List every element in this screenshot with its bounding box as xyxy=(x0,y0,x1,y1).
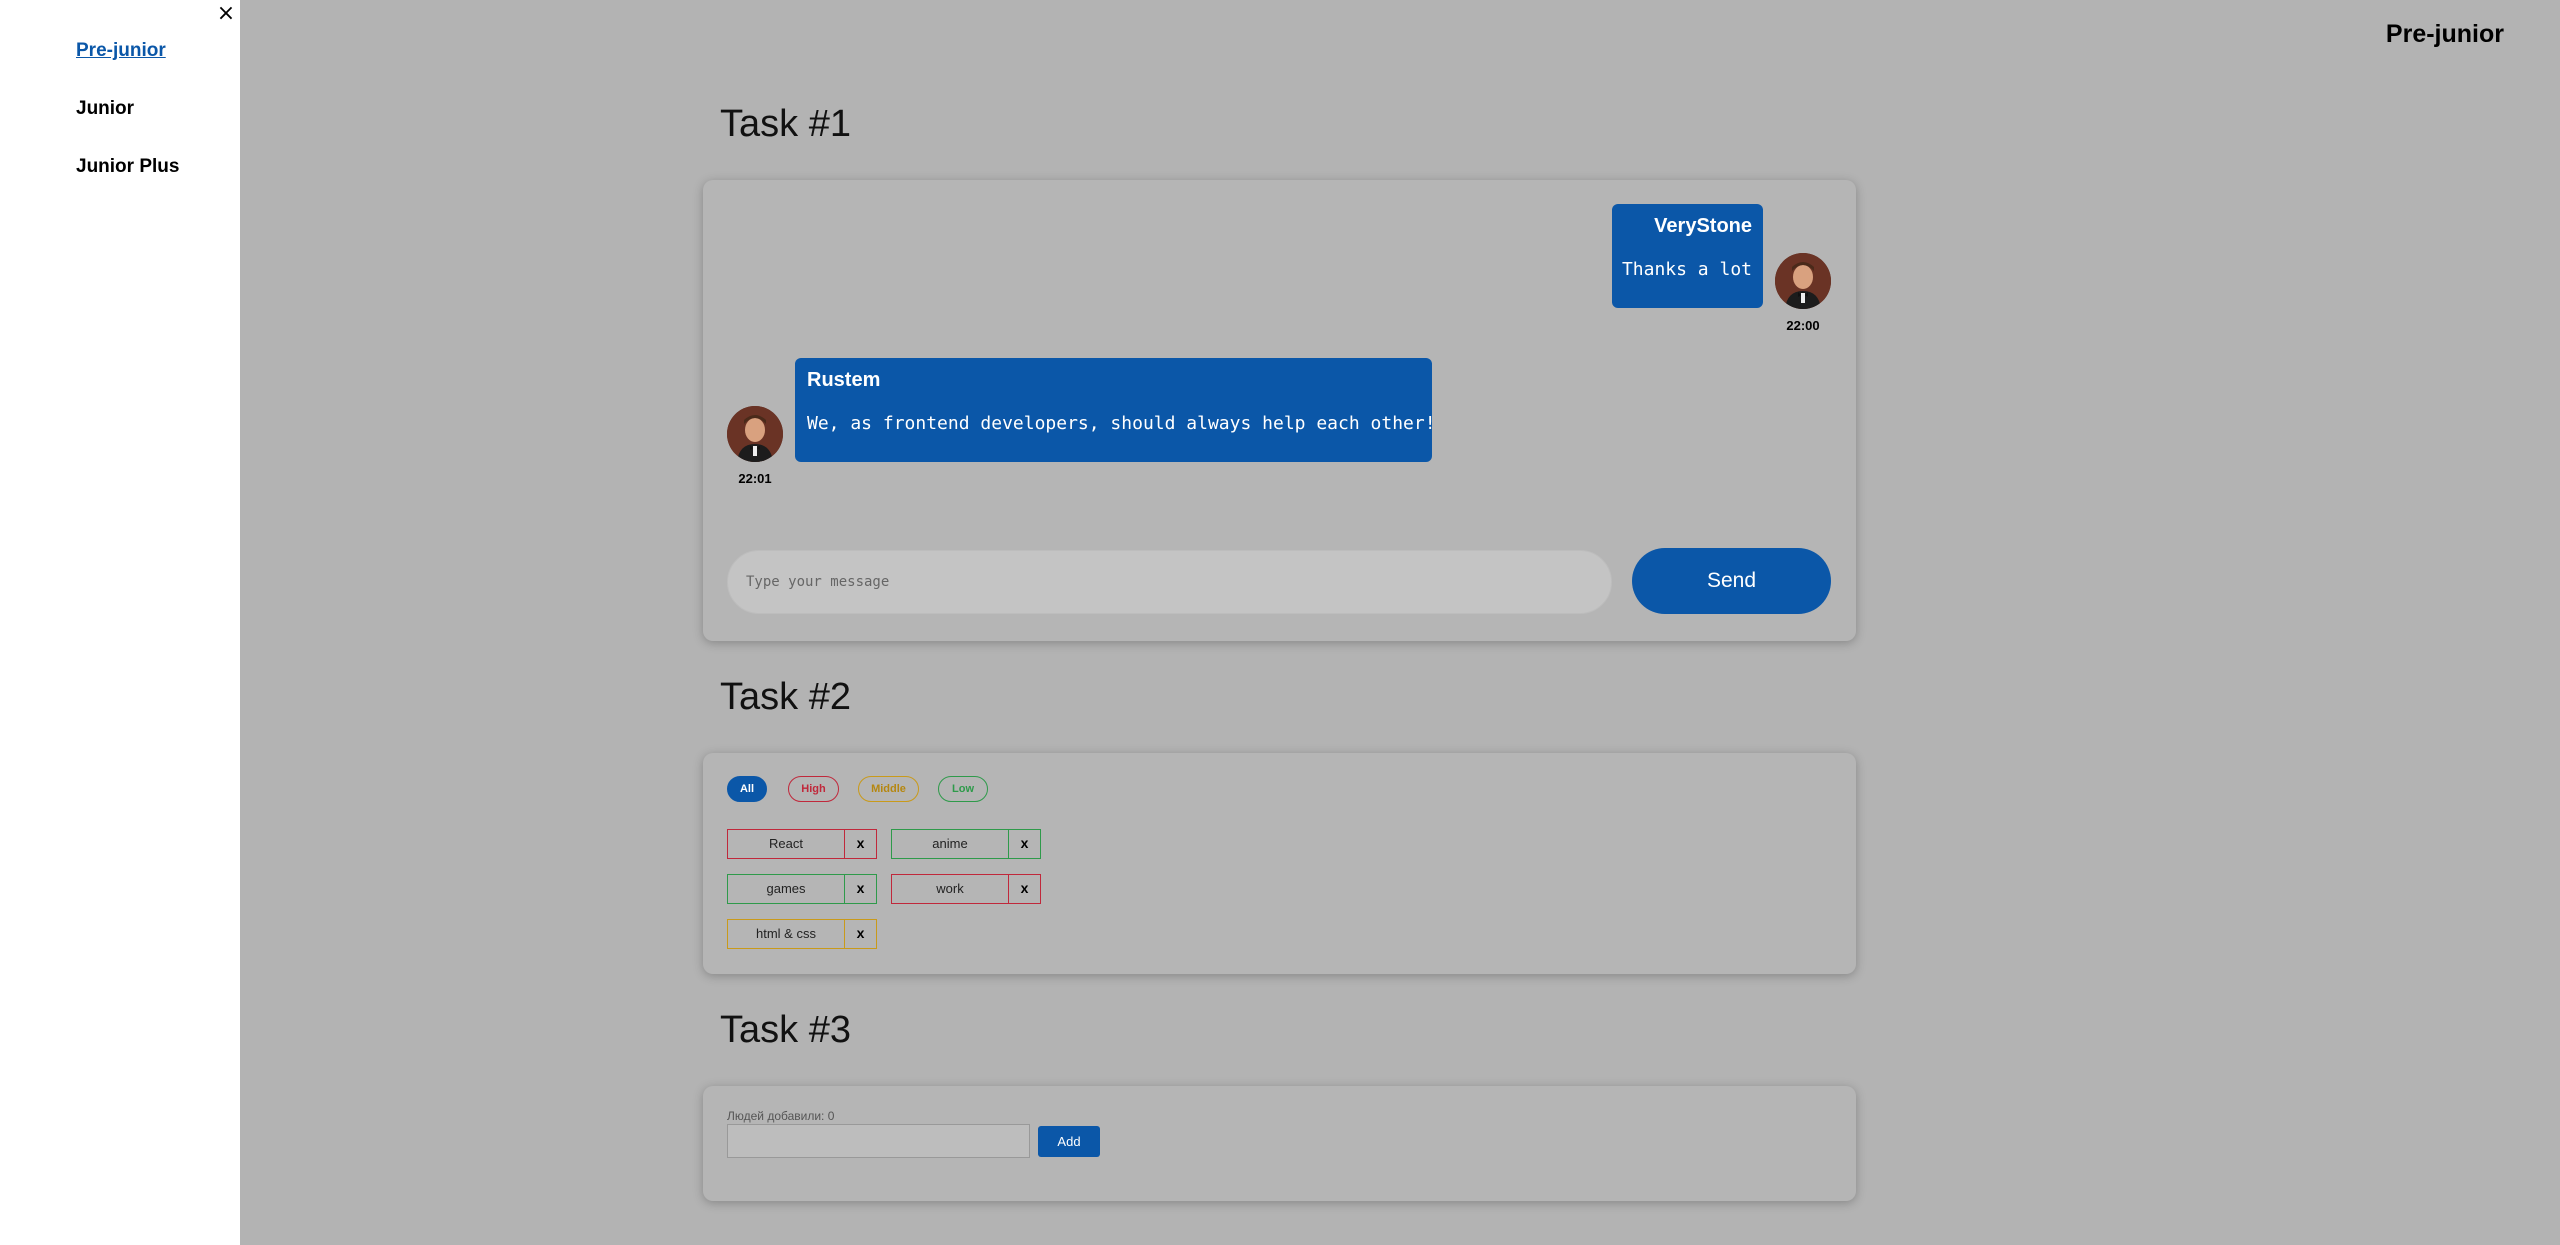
greeting-card: Людей добавили: 0 Add xyxy=(703,1086,1856,1201)
filter-low-button[interactable]: Low xyxy=(938,776,988,802)
tag-label: games xyxy=(766,881,806,896)
add-button[interactable]: Add xyxy=(1038,1126,1100,1157)
sidebar-nav: Pre-junior Junior Junior Plus xyxy=(76,40,179,214)
message-author: VeryStone xyxy=(1654,215,1752,237)
message-bubble: VeryStone Thanks a lot xyxy=(1612,204,1763,308)
delete-tag-button[interactable]: x xyxy=(844,875,876,903)
delete-tag-button[interactable]: x xyxy=(1008,875,1040,903)
name-input[interactable] xyxy=(727,1124,1030,1158)
delete-tag-button[interactable]: x xyxy=(1008,830,1040,858)
task2-title: Task #2 xyxy=(720,676,851,718)
sidebar-item-junior[interactable]: Junior xyxy=(76,98,179,156)
people-count-label: Людей добавили: 0 xyxy=(727,1109,835,1123)
send-button[interactable]: Send xyxy=(1632,548,1831,614)
page-title: Pre-junior xyxy=(2385,20,2504,48)
delete-tag-button[interactable]: x xyxy=(844,920,876,948)
message-time: 22:00 xyxy=(1786,318,1820,333)
tag-item: work x xyxy=(891,874,1041,904)
filter-all-button[interactable]: All xyxy=(727,776,767,802)
tag-item: html & css x xyxy=(727,919,877,949)
sidebar-item-junior-plus[interactable]: Junior Plus xyxy=(76,156,179,214)
avatar xyxy=(1775,253,1831,309)
close-icon[interactable]: × xyxy=(216,2,236,26)
message-input[interactable] xyxy=(727,550,1612,614)
tag-label: html & css xyxy=(756,926,816,941)
tag-item: anime x xyxy=(891,829,1041,859)
tag-label: React xyxy=(769,836,803,851)
tag-item: React x xyxy=(727,829,877,859)
tag-label: anime xyxy=(932,836,968,851)
avatar xyxy=(727,406,783,462)
task1-title: Task #1 xyxy=(720,103,851,145)
message-author: Rustem xyxy=(807,369,881,391)
delete-tag-button[interactable]: x xyxy=(844,830,876,858)
message-time: 22:01 xyxy=(738,471,772,486)
tag-item: games x xyxy=(727,874,877,904)
tag-label: work xyxy=(936,881,964,896)
task3-title: Task #3 xyxy=(720,1009,851,1051)
message-bubble: Rustem We, as frontend developers, shoul… xyxy=(795,358,1436,462)
filter-high-button[interactable]: High xyxy=(788,776,839,802)
tags-card: All High Middle Low React x anime x game… xyxy=(703,753,1856,974)
chat-card: VeryStone Thanks a lot 22:00 22:01 Ruste… xyxy=(703,180,1856,641)
sidebar-item-pre-junior[interactable]: Pre-junior xyxy=(76,40,179,98)
filter-middle-button[interactable]: Middle xyxy=(858,776,919,802)
message-text: We, as frontend developers, should alway… xyxy=(807,413,1436,434)
sidebar: × Pre-junior Junior Junior Plus xyxy=(0,0,240,1245)
message-text: Thanks a lot xyxy=(1621,259,1752,280)
